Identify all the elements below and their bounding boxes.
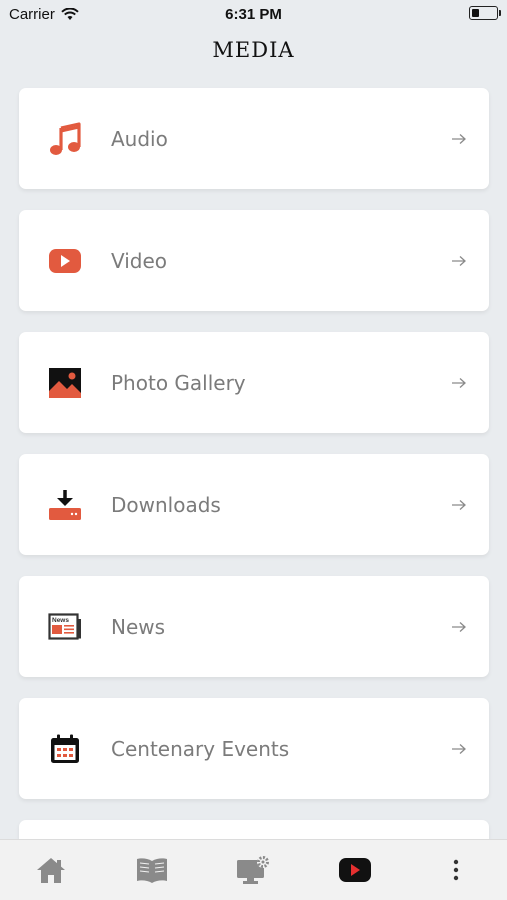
nav-item-home[interactable]	[21, 845, 81, 895]
status-bar: Carrier 6:31 PM	[0, 0, 507, 30]
arrow-right-icon	[452, 133, 466, 144]
nav-item-media[interactable]	[325, 845, 385, 895]
menu-item-label: Downloads	[111, 492, 221, 517]
menu-item-photo-gallery[interactable]: Photo Gallery	[19, 332, 489, 433]
battery-fill	[472, 9, 479, 17]
page-title: MEDIA	[212, 38, 295, 62]
menu-item-label: Video	[111, 248, 168, 273]
play-video-icon	[338, 858, 371, 882]
home-icon	[36, 858, 65, 883]
menu-item-label: Photo Gallery	[111, 370, 246, 395]
menu-item-label: Centenary Events	[111, 736, 290, 761]
battery-icon	[469, 6, 501, 20]
arrow-right-icon	[452, 743, 466, 754]
menu-item-video[interactable]: Video	[19, 210, 489, 311]
book-icon	[137, 858, 168, 883]
menu-item-centenary-events[interactable]: Centenary Events	[19, 698, 489, 799]
menu-item-downloads[interactable]: Downloads	[19, 454, 489, 555]
music-note-icon	[48, 121, 82, 156]
menu-item-news[interactable]: News News	[19, 576, 489, 677]
nav-item-monitor-settings[interactable]	[223, 845, 283, 895]
arrow-right-icon	[452, 499, 466, 510]
arrow-right-icon	[452, 621, 466, 632]
menu-item-partial[interactable]	[19, 820, 489, 840]
calendar-icon	[48, 732, 82, 766]
nav-item-more[interactable]	[426, 845, 486, 895]
more-vertical-icon	[454, 859, 459, 881]
arrow-right-icon	[452, 377, 466, 388]
menu-item-audio[interactable]: Audio	[19, 88, 489, 189]
menu-item-label: Audio	[111, 126, 168, 151]
media-menu-list: Audio Video Photo Gallery Downloads News…	[19, 88, 489, 840]
arrow-right-icon	[452, 255, 466, 266]
download-icon	[48, 488, 82, 522]
photo-icon	[48, 366, 82, 400]
nav-item-book[interactable]	[122, 845, 182, 895]
newspaper-icon-text: News	[52, 617, 69, 624]
monitor-settings-icon	[237, 856, 270, 884]
status-time: 6:31 PM	[225, 6, 282, 23]
battery-indicator	[469, 6, 501, 20]
play-video-icon	[48, 244, 82, 278]
bottom-nav-bar	[0, 839, 507, 900]
menu-item-label: News	[111, 614, 166, 639]
newspaper-icon: News	[48, 610, 82, 644]
